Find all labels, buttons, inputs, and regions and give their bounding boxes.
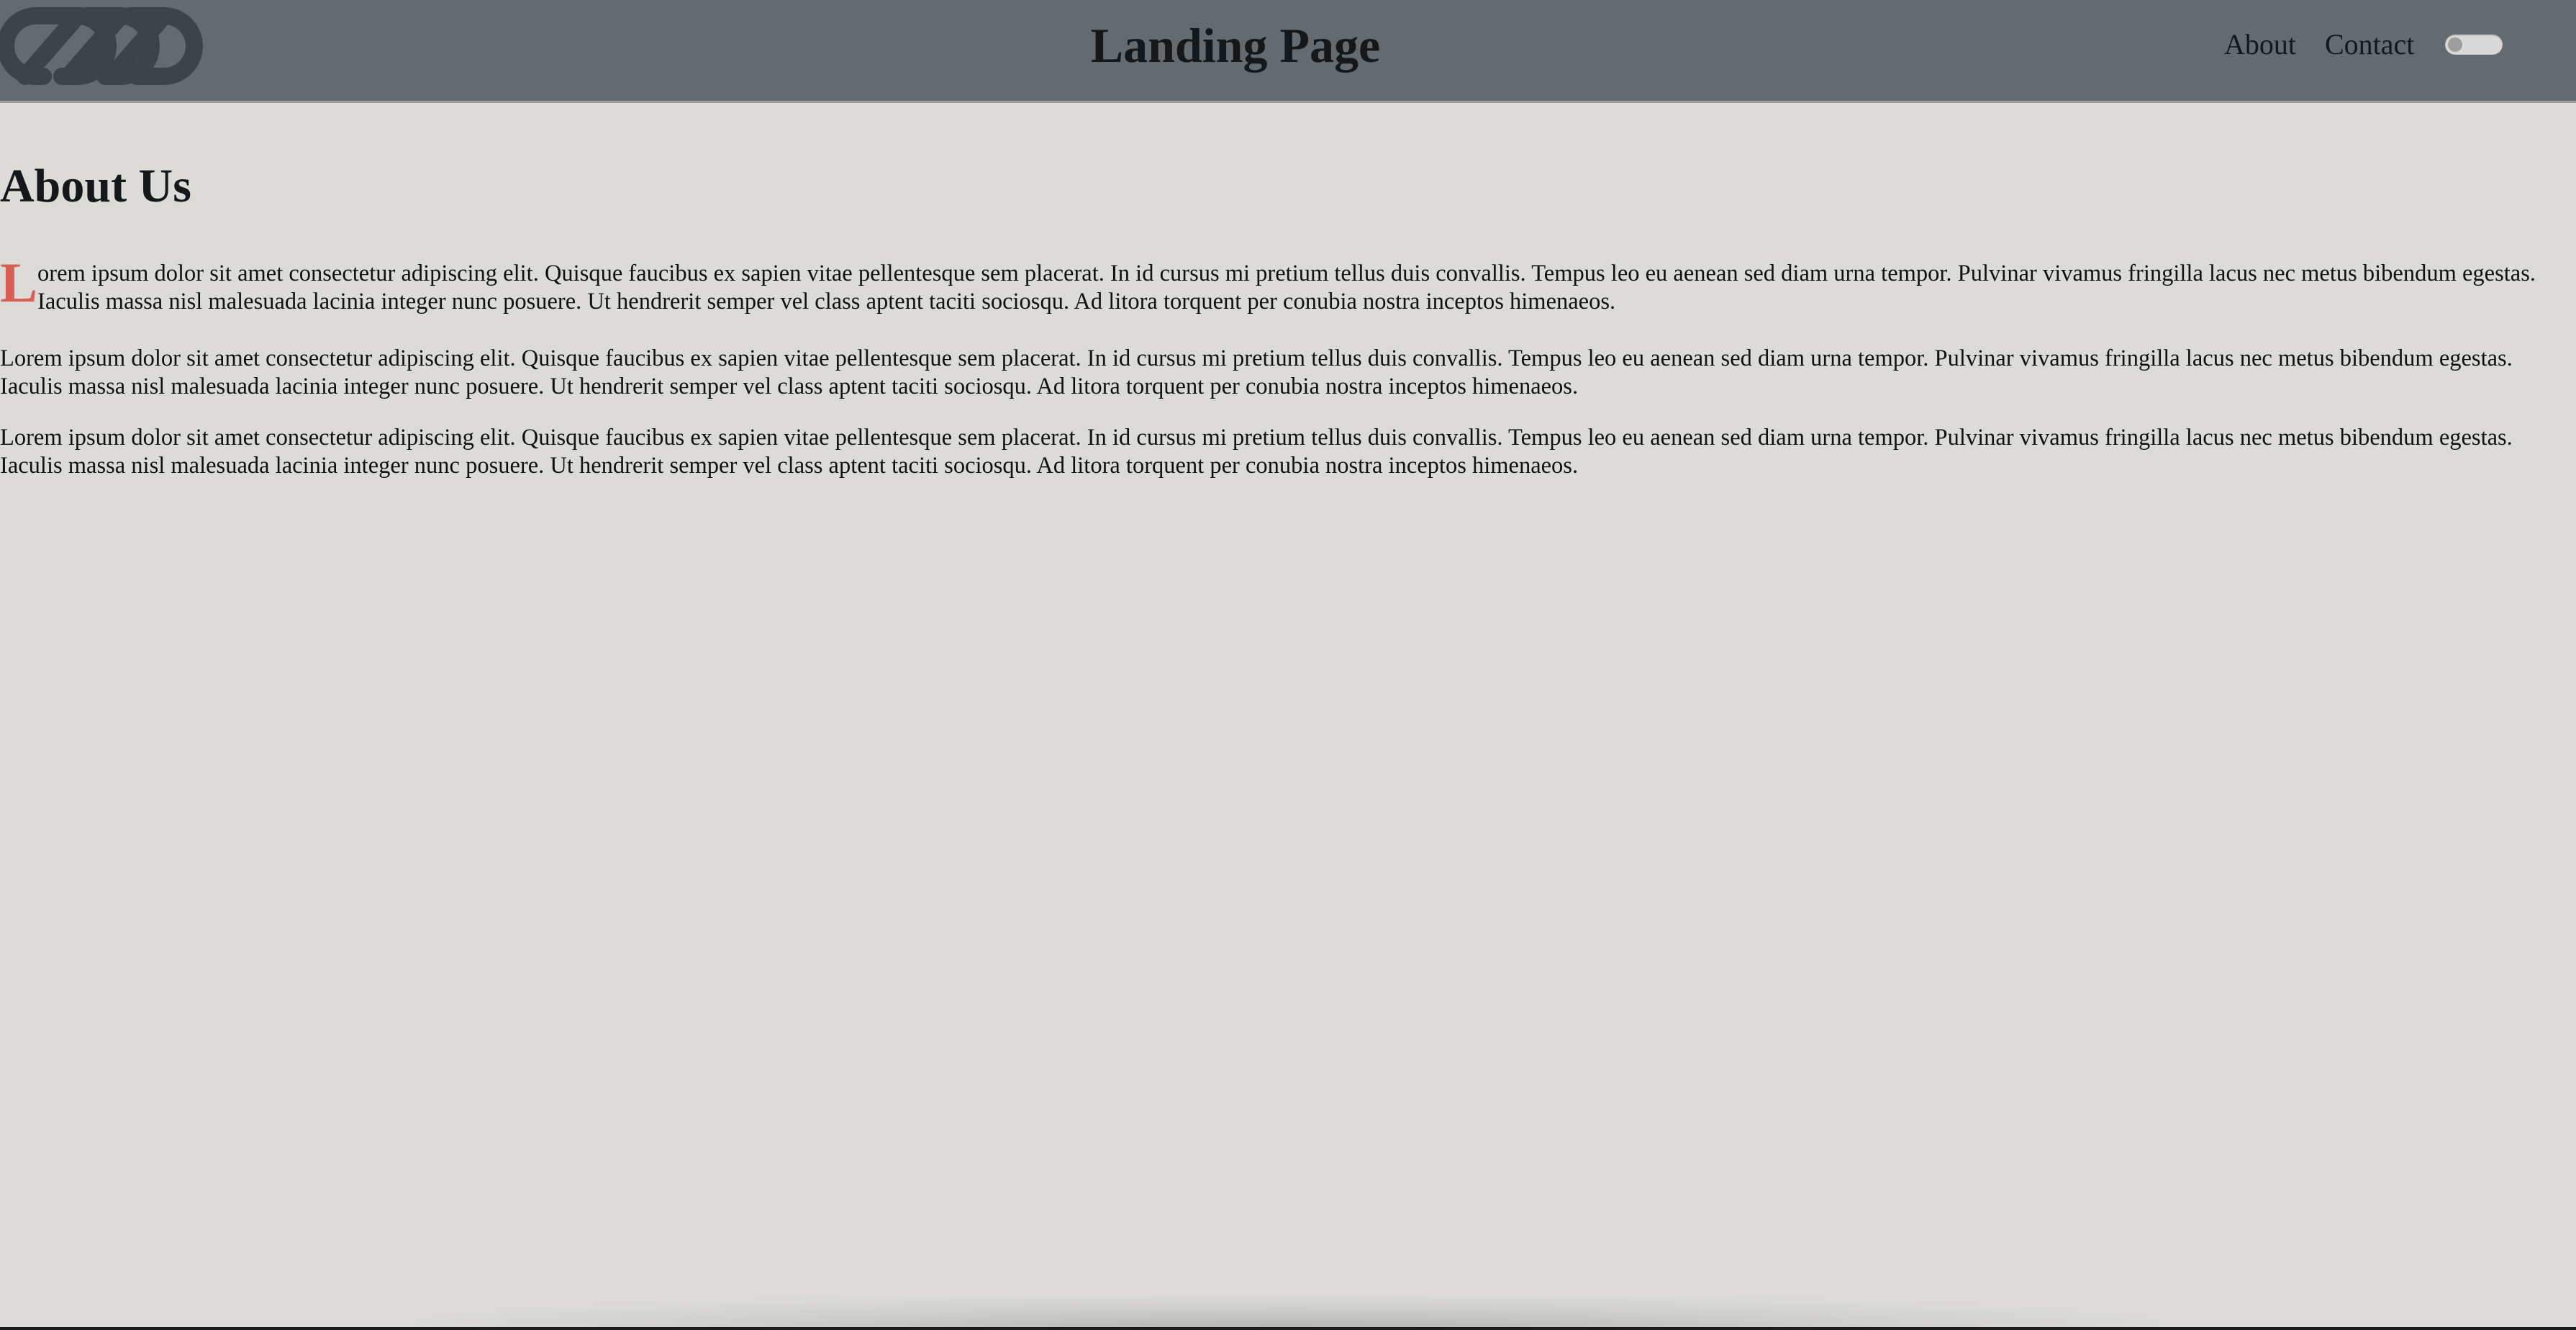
toggle-knob (2448, 37, 2462, 52)
paragraph-1-text: orem ipsum dolor sit amet consectetur ad… (37, 261, 2536, 315)
theme-toggle[interactable] (2445, 35, 2503, 55)
site-header: Landing Page About Contact (0, 0, 2576, 103)
page-heading: About Us (0, 160, 191, 212)
paragraph-3: Lorem ipsum dolor sit amet consectetur a… (0, 425, 2513, 479)
nav-link-contact[interactable]: Contact (2325, 24, 2414, 65)
bottom-shadow (417, 1295, 2159, 1330)
site-title: Landing Page (1090, 18, 1381, 73)
paragraph-2: Lorem ipsum dolor sit amet consectetur a… (0, 345, 2513, 399)
nav-link-about[interactable]: About (2224, 24, 2296, 65)
bottom-edge (0, 1327, 2576, 1330)
dropcap-letter: L (0, 251, 38, 314)
paragraph-1: Lorem ipsum dolor sit amet consectetur a… (0, 251, 2570, 316)
